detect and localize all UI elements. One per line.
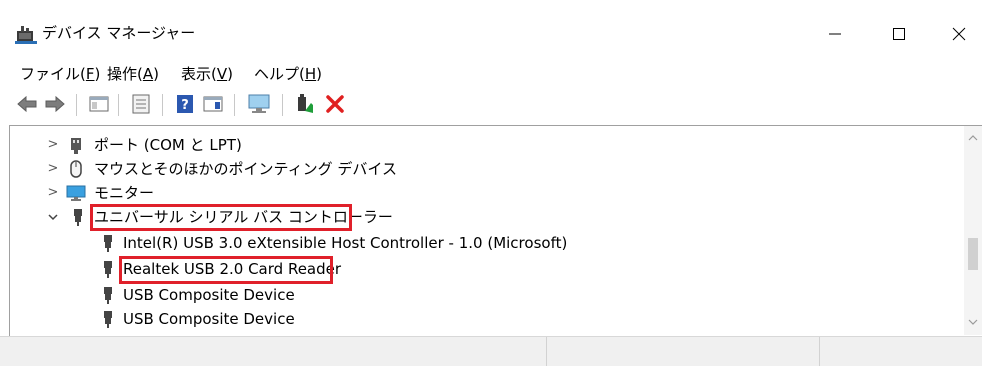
toolbar-separator (234, 94, 235, 116)
tree-device-label: Intel(R) USB 3.0 eXtensible Host Control… (123, 234, 568, 252)
menu-view[interactable]: 表示(V) (181, 64, 233, 84)
usb-icon (98, 286, 118, 304)
tree-device-label: USB Composite Device (123, 286, 295, 304)
toolbar-separator (76, 94, 77, 116)
scan-hardware-icon (248, 94, 270, 113)
close-button[interactable] (936, 14, 982, 54)
window-title: デバイス マネージャー (42, 24, 196, 42)
minimize-button[interactable] (812, 14, 858, 54)
console-tree-button[interactable] (86, 91, 112, 117)
forward-button[interactable] (42, 91, 68, 117)
back-button[interactable] (14, 91, 40, 117)
help-icon: ? (177, 95, 193, 113)
uninstall-device-icon (326, 95, 344, 113)
help-button[interactable]: ? (172, 91, 198, 117)
action-pane-icon (203, 96, 223, 112)
tree-device-label: USB Composite Device (123, 310, 295, 328)
tree-device-row[interactable]: USB Composite Device (10, 307, 965, 331)
scroll-up-icon[interactable] (964, 132, 982, 148)
toolbar-separator (282, 94, 283, 116)
close-icon (952, 27, 966, 41)
uninstall-device-button[interactable] (322, 91, 348, 117)
svg-text:?: ? (181, 98, 189, 113)
port-icon (66, 136, 86, 154)
status-pane (0, 337, 547, 366)
status-pane (547, 337, 820, 366)
action-pane-button[interactable] (200, 91, 226, 117)
tree-category-monitor[interactable]: > モニター (10, 181, 965, 205)
highlight-box-usb-controllers (90, 204, 352, 231)
vertical-scrollbar[interactable] (964, 126, 982, 335)
properties-button[interactable] (128, 91, 154, 117)
update-driver-icon (298, 94, 313, 113)
mouse-icon (66, 160, 86, 178)
usb-icon (98, 260, 118, 278)
tree-category-label: マウスとそのほかのポインティング デバイス (94, 160, 397, 178)
scan-hardware-button[interactable] (246, 91, 272, 117)
toolbar-separator (162, 94, 163, 116)
expand-arrow-icon[interactable]: > (46, 183, 60, 203)
forward-icon (45, 95, 65, 113)
status-bar (0, 336, 982, 366)
tree-device-row[interactable]: USB Composite Device (10, 283, 965, 307)
highlight-box-card-reader (119, 256, 333, 284)
maximize-icon (893, 28, 905, 40)
device-manager-icon (14, 22, 38, 46)
tree-category-label: ポート (COM と LPT) (94, 136, 242, 154)
scroll-down-icon[interactable] (964, 316, 982, 332)
maximize-button[interactable] (876, 14, 922, 54)
menu-file[interactable]: ファイル(F) (20, 64, 100, 84)
tree-category-mouse[interactable]: > マウスとそのほかのポインティング デバイス (10, 157, 965, 181)
console-tree-icon (89, 96, 109, 112)
update-driver-button[interactable] (292, 91, 318, 117)
tree-device-row[interactable]: Intel(R) USB 3.0 eXtensible Host Control… (10, 231, 965, 255)
back-icon (17, 95, 37, 113)
usb-icon (68, 208, 88, 226)
tree-category-label: モニター (94, 184, 155, 202)
tree-category-ports[interactable]: > ポート (COM と LPT) (10, 133, 965, 157)
collapse-arrow-icon[interactable] (46, 207, 60, 227)
expand-arrow-icon[interactable]: > (46, 159, 60, 179)
usb-icon (98, 234, 118, 252)
menu-help[interactable]: ヘルプ(H) (254, 64, 322, 84)
monitor-icon (66, 184, 86, 202)
toolbar-separator (118, 94, 119, 116)
scroll-thumb[interactable] (968, 238, 978, 270)
menu-action[interactable]: 操作(A) (107, 64, 159, 84)
title-bar: デバイス マネージャー (0, 0, 982, 64)
menu-bar: ファイル(F) 操作(A) 表示(V) ヘルプ(H) (0, 64, 982, 86)
toolbar: ? (0, 88, 982, 120)
expand-arrow-icon[interactable]: > (46, 135, 60, 155)
properties-icon (132, 94, 150, 114)
minimize-icon (829, 33, 841, 35)
device-tree[interactable]: > ポート (COM と LPT) > マウスとそのほかのポインティング デバイ… (9, 125, 982, 336)
usb-icon (98, 310, 118, 328)
